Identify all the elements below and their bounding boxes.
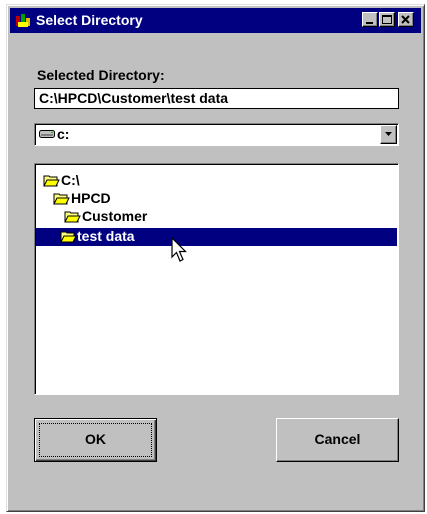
open-folder-icon [64,211,81,223]
tree-item-label: test data [77,228,135,244]
directory-tree[interactable]: C:\ HPCD Customer test data [34,163,399,395]
close-icon [401,15,410,24]
drive-dropdown[interactable]: c: [34,123,399,146]
title-bar[interactable]: Select Directory [10,8,421,33]
close-button[interactable] [398,12,414,27]
tree-item-label: Customer [82,208,148,224]
open-folder-icon [60,231,77,243]
minimize-button[interactable] [362,12,378,27]
window-title: Select Directory [36,12,143,28]
chevron-down-icon [385,132,392,136]
selected-directory-label: Selected Directory: [37,67,165,83]
select-directory-dialog: Select Directory Selected Directory: C:\… [6,4,425,512]
cancel-button[interactable]: Cancel [276,418,399,462]
drive-dropdown-button[interactable] [380,125,397,144]
ok-button[interactable]: OK [34,418,157,462]
maximize-button[interactable] [379,12,395,27]
drive-value: c: [57,126,70,142]
open-folder-icon [53,193,70,205]
tree-item-label: HPCD [71,190,111,206]
open-folder-icon [43,175,60,187]
maximize-icon [382,15,392,24]
cancel-button-label: Cancel [314,431,361,447]
app-icon [16,14,30,27]
minimize-icon [366,22,373,24]
tree-item-test-data[interactable]: test data [36,228,397,246]
ok-button-label: OK [85,431,106,447]
selected-directory-field[interactable]: C:\HPCD\Customer\test data [34,88,399,109]
mouse-pointer-icon [171,237,187,262]
drive-icon [39,130,55,138]
tree-item-label: C:\ [61,172,80,188]
